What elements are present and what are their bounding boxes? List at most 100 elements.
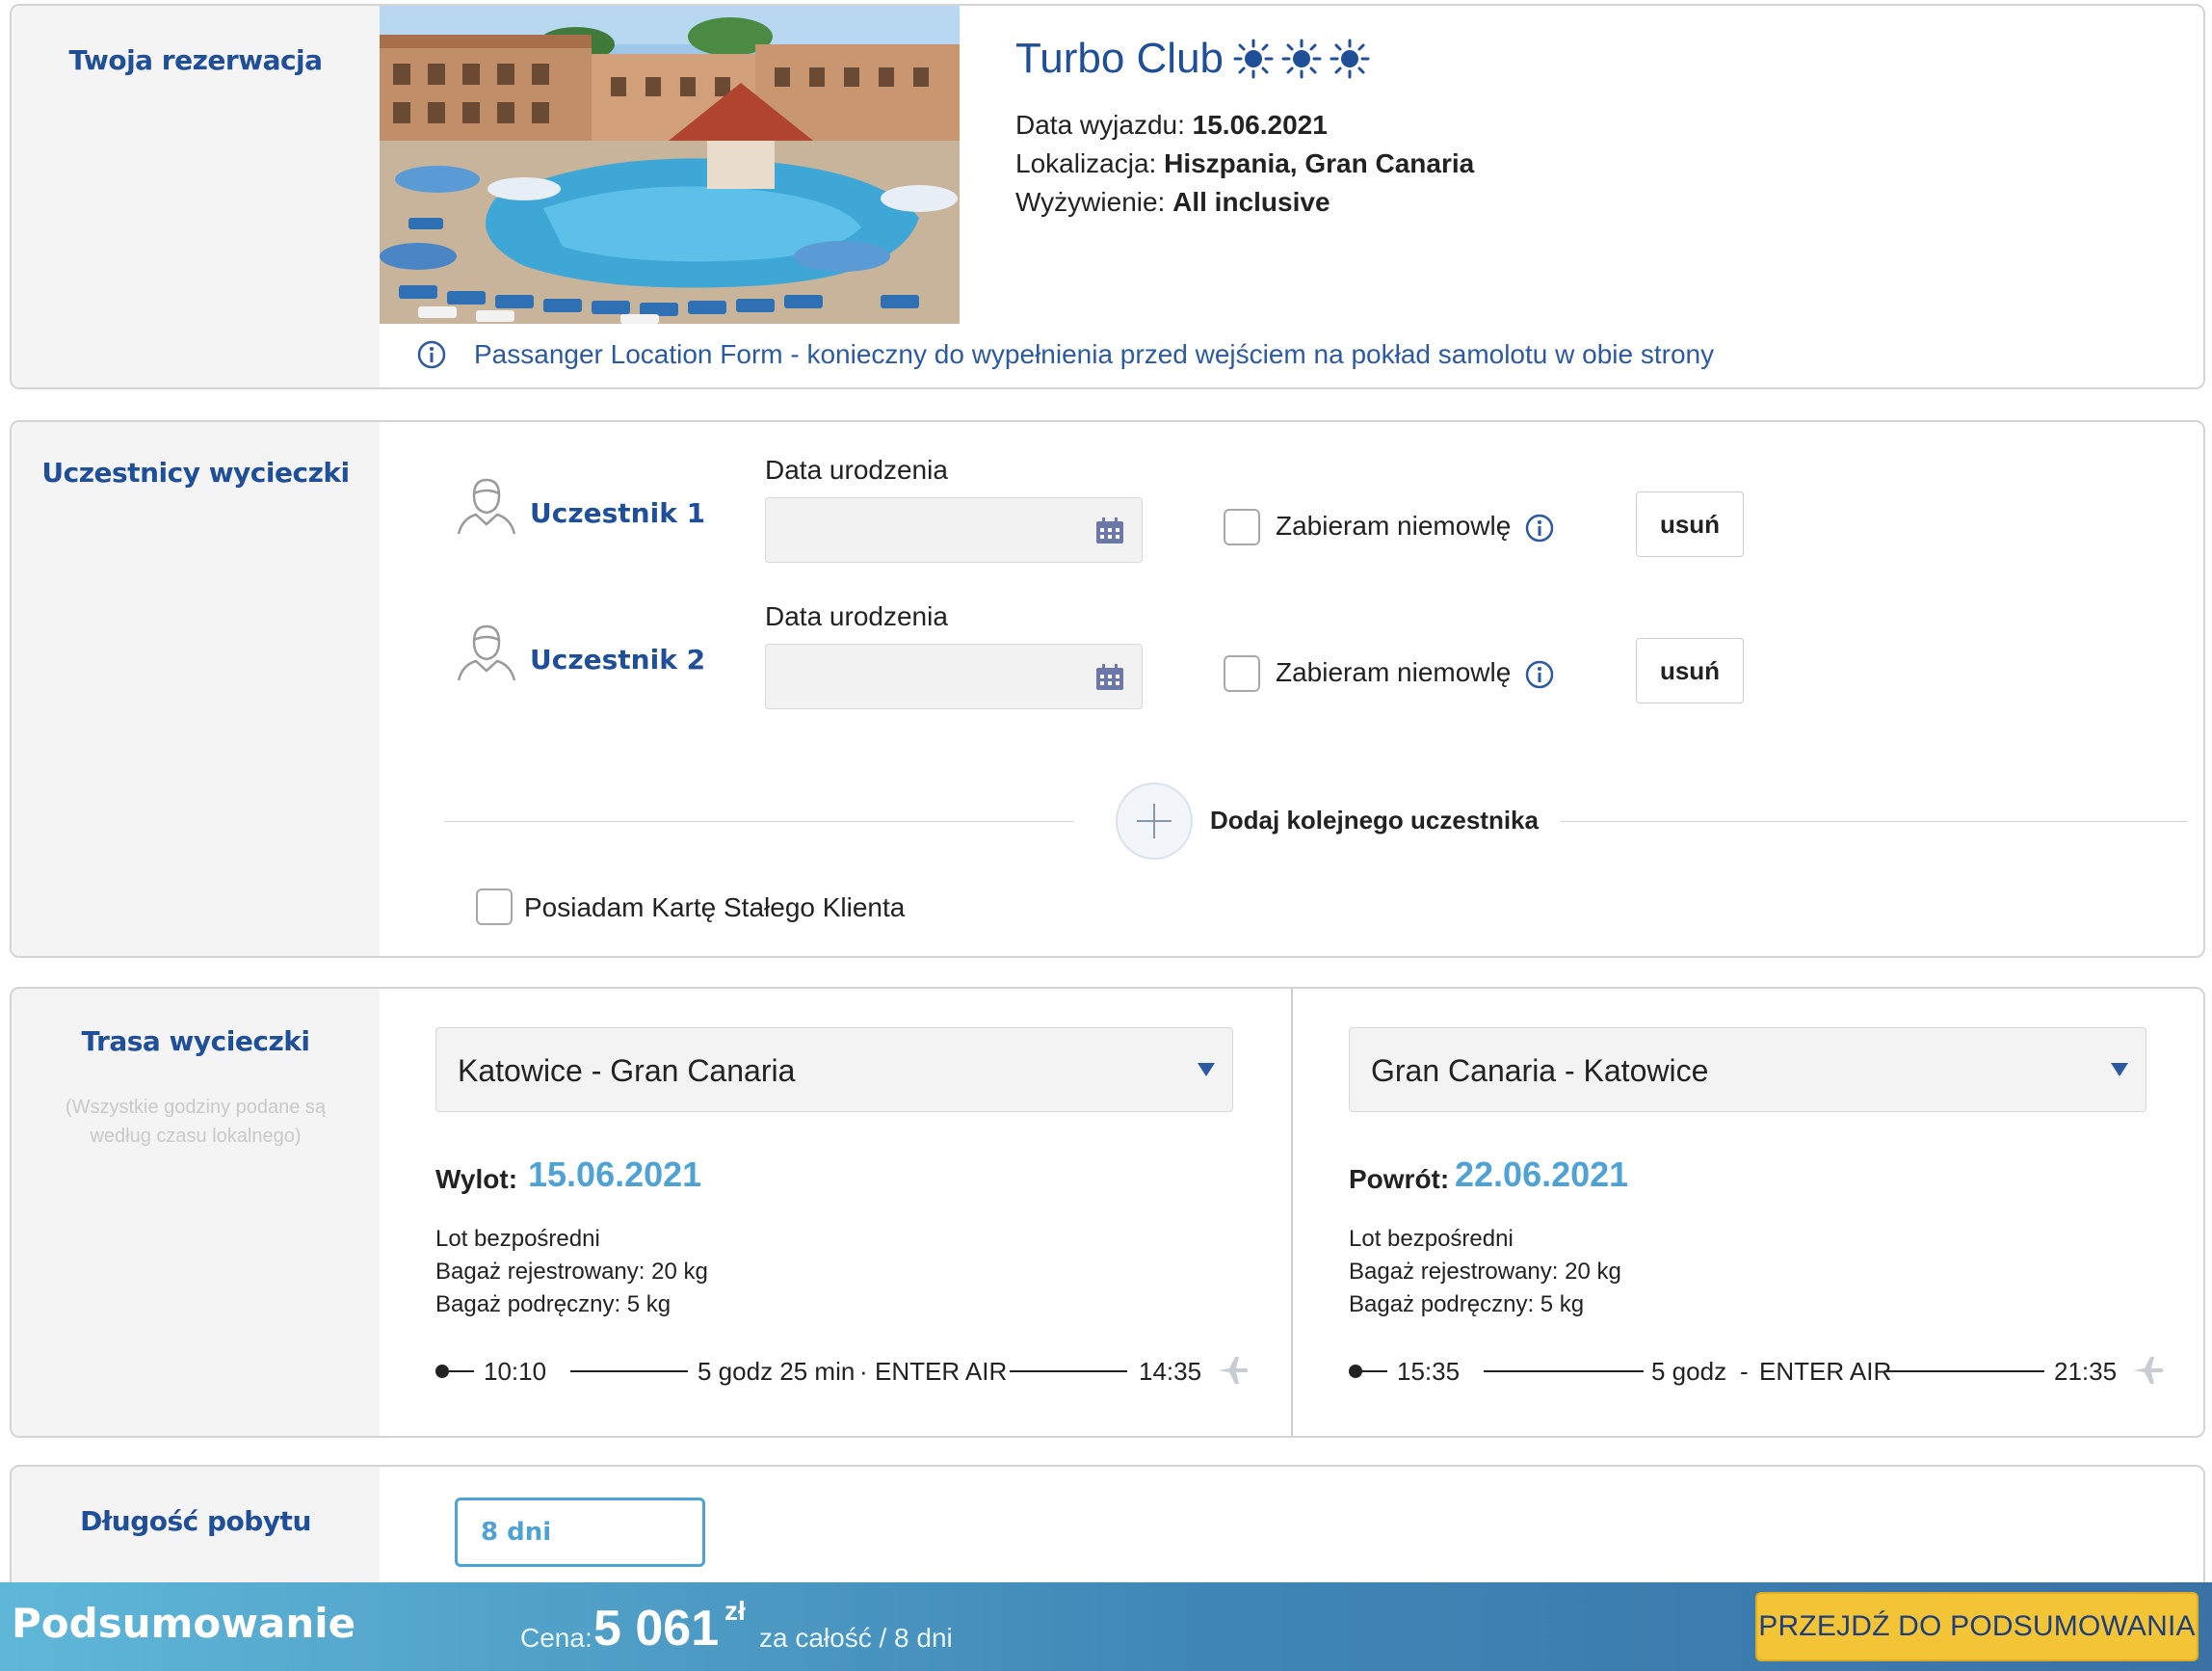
timeline-line [570, 1370, 688, 1372]
summary-bar: Podsumowanie Cena: 5 061 zł za całość / … [0, 1582, 2212, 1671]
calendar-icon[interactable] [1095, 664, 1124, 691]
reservation-section-title: Twoja rezerwacja [68, 44, 323, 76]
outbound-checked-baggage: Bagaż rejestrowany: 20 kg [435, 1259, 708, 1285]
outbound-flight: Katowice - Gran Canaria Wylot: 15.06.202… [435, 989, 1274, 1436]
plane-icon [1218, 1357, 1249, 1384]
timeline-line [1484, 1370, 1644, 1372]
loyalty-card-checkbox[interactable] [476, 889, 513, 925]
return-airline: ENTER AIR [1759, 1357, 1892, 1386]
outbound-depart-time: 10:10 [484, 1357, 547, 1386]
person-icon [457, 624, 516, 681]
add-participant-button[interactable] [1116, 782, 1193, 860]
outbound-duration: 5 godz 25 min [698, 1357, 856, 1386]
route-card: Trasa wycieczki (Wszystkie godziny podan… [10, 987, 2205, 1438]
hotel-name-text: Turbo Club [1015, 35, 1224, 82]
plf-link[interactable]: Passanger Location Form - konieczny do w… [474, 339, 1714, 370]
outbound-separator: · [859, 1357, 868, 1386]
price-suffix: za całość / 8 dni [759, 1623, 953, 1653]
price-currency: zł [724, 1596, 746, 1626]
participants-sidebar: Uczestnicy wycieczki [12, 422, 380, 956]
outbound-date-label: Wylot: [435, 1164, 518, 1194]
plf-notice[interactable]: Passanger Location Form - konieczny do w… [416, 339, 1714, 370]
return-hand-baggage: Bagaż podręczny: 5 kg [1349, 1291, 1585, 1317]
location-label: Lokalizacja: [1015, 148, 1157, 178]
loyalty-card-label[interactable]: Posiadam Kartę Stałego Klienta [524, 892, 905, 923]
add-participant-label[interactable]: Dodaj kolejnego uczestnika [1210, 806, 1539, 836]
dob-input[interactable] [765, 497, 1143, 563]
dob-label: Data urodzenia [765, 455, 948, 485]
remove-participant-button[interactable]: usuń [1636, 638, 1744, 703]
hotel-photo [380, 6, 960, 324]
price-value: 5 061 [593, 1601, 720, 1657]
participants-section-title: Uczestnicy wycieczki [41, 457, 350, 489]
remove-participant-button[interactable]: usuń [1636, 491, 1744, 557]
divider [445, 821, 1073, 822]
outbound-flight-type: Lot bezpośredni [435, 1226, 600, 1252]
timeline-line [1884, 1370, 2044, 1372]
return-route-value: Gran Canaria - Katowice [1371, 1053, 1709, 1088]
participant-name: Uczestnik 1 [530, 497, 706, 529]
return-checked-baggage: Bagaż rejestrowany: 20 kg [1349, 1259, 1621, 1285]
info-icon[interactable] [1524, 513, 1555, 544]
route-sidebar: Trasa wycieczki (Wszystkie godziny podan… [12, 989, 380, 1436]
outbound-route-value: Katowice - Gran Canaria [458, 1053, 796, 1088]
infant-checkbox[interactable] [1224, 509, 1260, 545]
timeline-line [445, 1370, 474, 1372]
go-to-summary-button[interactable]: PRZEJDŹ DO PODSUMOWANIA [1755, 1592, 2199, 1661]
sun-icon [1281, 39, 1322, 79]
info-icon [417, 340, 446, 369]
plane-icon [2133, 1357, 2164, 1384]
hotel-rating [1233, 39, 1378, 79]
infant-label[interactable]: Zabieram niemowlę [1276, 511, 1511, 542]
timeline-line [1358, 1370, 1387, 1372]
sun-icon [1330, 39, 1370, 79]
return-timeline: 15:35 5 godz - ENTER AIR 21:35 [1349, 1347, 2187, 1386]
calendar-icon[interactable] [1095, 517, 1124, 544]
sun-icon [1233, 39, 1274, 79]
info-icon[interactable] [1524, 659, 1555, 690]
stay-section-title: Długość pobytu [80, 1505, 311, 1537]
participant-row: Uczestnik 1 Data urodzenia Zabieram niem… [445, 422, 1794, 563]
timeline-line [1010, 1370, 1127, 1372]
outbound-timeline: 10:10 5 godz 25 min · ENTER AIR 14:35 [435, 1347, 1274, 1386]
departure-date-label: Data wyjazdu: [1015, 110, 1185, 140]
outbound-airline: ENTER AIR [875, 1357, 1008, 1386]
participants-card: Uczestnicy wycieczki Uczestnik 1 Data ur… [10, 420, 2205, 958]
plus-icon [1137, 804, 1172, 838]
return-flight-type: Lot bezpośredni [1349, 1226, 1514, 1252]
chevron-down-icon [1198, 1063, 1215, 1076]
reservation-card: Twoja rezerwacja Turbo Club Data wyjazdu… [10, 4, 2205, 389]
departure-date-value: 15.06.2021 [1192, 110, 1328, 140]
price-label: Cena: [520, 1623, 592, 1653]
board-value: All inclusive [1172, 187, 1330, 217]
return-arrive-time: 21:35 [2054, 1357, 2118, 1386]
return-depart-time: 15:35 [1397, 1357, 1461, 1386]
route-section-title: Trasa wycieczki [81, 1025, 310, 1057]
board-line: Wyżywienie: All inclusive [1015, 187, 1330, 218]
return-date-label: Powrót: [1349, 1164, 1450, 1194]
add-participant-row: Dodaj kolejnego uczestnika [445, 782, 2189, 860]
participant-row: Uczestnik 2 Data urodzenia Zabieram niem… [445, 569, 1794, 709]
location-value: Hiszpania, Gran Canaria [1164, 148, 1475, 178]
departure-date-line: Data wyjazdu: 15.06.2021 [1015, 110, 1328, 141]
return-date-value: 22.06.2021 [1455, 1154, 1629, 1194]
dob-input[interactable] [765, 644, 1143, 709]
stay-length-select[interactable]: 8 dni [455, 1498, 705, 1567]
return-route-select[interactable]: Gran Canaria - Katowice [1349, 1027, 2146, 1112]
outbound-date-value: 15.06.2021 [528, 1154, 702, 1194]
outbound-route-select[interactable]: Katowice - Gran Canaria [435, 1027, 1233, 1112]
outbound-hand-baggage: Bagaż podręczny: 5 kg [435, 1291, 672, 1317]
return-duration: 5 godz [1651, 1357, 1727, 1386]
stay-length-value: 8 dni [481, 1518, 552, 1547]
participant-name: Uczestnik 2 [530, 644, 706, 676]
route-time-note: (Wszystkie godziny podane są według czas… [65, 1097, 327, 1147]
reservation-sidebar: Twoja rezerwacja [12, 6, 380, 387]
infant-checkbox[interactable] [1224, 655, 1260, 692]
route-divider [1291, 989, 1293, 1436]
location-line: Lokalizacja: Hiszpania, Gran Canaria [1015, 148, 1474, 179]
hotel-name: Turbo Club [1015, 35, 1378, 83]
return-separator: - [1740, 1357, 1749, 1386]
outbound-arrive-time: 14:35 [1139, 1357, 1202, 1386]
person-icon [457, 478, 516, 535]
infant-label[interactable]: Zabieram niemowlę [1276, 657, 1511, 688]
